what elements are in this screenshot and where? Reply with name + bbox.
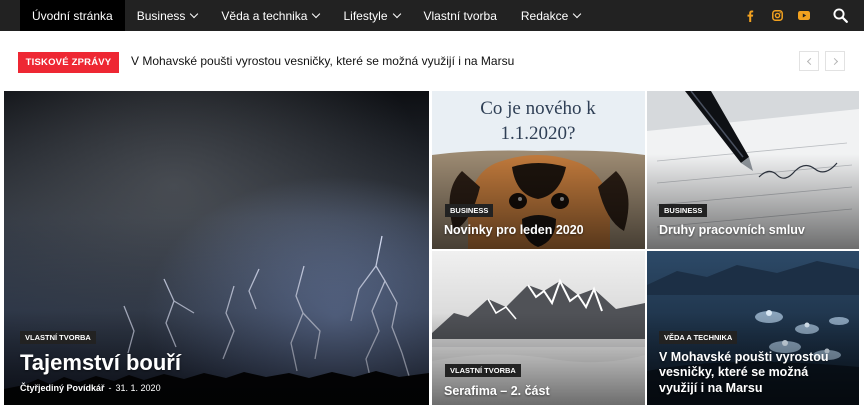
nav-item-label: Vlastní tvorba: [423, 8, 497, 23]
article-title[interactable]: V Mohavské poušti vyrostou vesničky, kte…: [659, 350, 844, 396]
featured-article-main[interactable]: VLASTNÍ TVORBA Tajemství bouří Čtyřjedin…: [4, 91, 429, 405]
chevron-left-icon: [806, 57, 814, 65]
image-caption-line-1: Co je nového k: [480, 98, 596, 119]
article-title[interactable]: Serafima – 2. část: [444, 384, 639, 399]
chevron-down-icon: [190, 9, 199, 18]
featured-article-top-middle[interactable]: Co je nového k 1.1.2020? BUSINESS Novink…: [432, 91, 645, 249]
featured-article-bottom-right[interactable]: VĚDA A TECHNIKA V Mohavské poušti vyrost…: [647, 251, 859, 405]
category-badge[interactable]: VĚDA A TECHNIKA: [659, 331, 738, 344]
chevron-down-icon: [312, 9, 321, 18]
meta-separator: -: [108, 383, 112, 393]
search-button[interactable]: [828, 0, 852, 31]
nav-item-home[interactable]: Úvodní stránka: [20, 0, 125, 31]
nav-item-science[interactable]: Věda a technika: [209, 0, 331, 31]
category-badge[interactable]: VLASTNÍ TVORBA: [445, 364, 521, 377]
ticker-headline[interactable]: V Mohavské poušti vyrostou vesničky, kte…: [131, 54, 514, 68]
nav-item-label: Úvodní stránka: [32, 8, 113, 23]
category-badge[interactable]: BUSINESS: [659, 204, 708, 217]
youtube-icon[interactable]: [792, 0, 816, 31]
article-title[interactable]: Tajemství bouří: [20, 350, 410, 377]
featured-article-top-right[interactable]: BUSINESS Druhy pracovních smluv: [647, 91, 859, 249]
chevron-down-icon: [573, 9, 582, 18]
chevron-right-icon: [830, 57, 838, 65]
nav-item-own-work[interactable]: Vlastní tvorba: [412, 0, 509, 31]
facebook-icon[interactable]: [738, 0, 762, 31]
author-name[interactable]: Čtyřjediný Povídkář: [20, 383, 105, 393]
search-icon: [832, 8, 848, 23]
nav-item-editorial[interactable]: Redakce: [509, 0, 592, 31]
category-badge[interactable]: VLASTNÍ TVORBA: [20, 331, 96, 344]
article-date: 31. 1. 2020: [115, 383, 161, 393]
chevron-down-icon: [392, 9, 401, 18]
article-meta: Čtyřjediný Povídkář -31. 1. 2020: [20, 383, 161, 393]
image-caption-line-2: 1.1.2020?: [501, 123, 576, 144]
news-ticker: TISKOVÉ ZPRÁVY V Mohavské poušti vyrosto…: [0, 31, 864, 91]
ticker-label: TISKOVÉ ZPRÁVY: [18, 52, 119, 73]
nav-item-business[interactable]: Business: [125, 0, 210, 31]
instagram-icon[interactable]: [765, 0, 789, 31]
ticker-prev-button[interactable]: [799, 51, 819, 71]
nav-item-lifestyle[interactable]: Lifestyle: [331, 0, 411, 31]
category-badge[interactable]: BUSINESS: [445, 204, 494, 217]
article-title[interactable]: Novinky pro leden 2020: [444, 223, 639, 238]
nav-item-label: Lifestyle: [343, 8, 388, 23]
nav-item-label: Business: [136, 8, 186, 23]
nav-item-label: Redakce: [520, 8, 569, 23]
top-navigation: Úvodní stránka Business Věda a technika …: [0, 0, 864, 31]
nav-item-label: Věda a technika: [221, 8, 308, 23]
article-title[interactable]: Druhy pracovních smluv: [659, 223, 854, 238]
ticker-next-button[interactable]: [825, 51, 845, 71]
featured-article-bottom-middle[interactable]: VLASTNÍ TVORBA Serafima – 2. část: [432, 251, 645, 405]
